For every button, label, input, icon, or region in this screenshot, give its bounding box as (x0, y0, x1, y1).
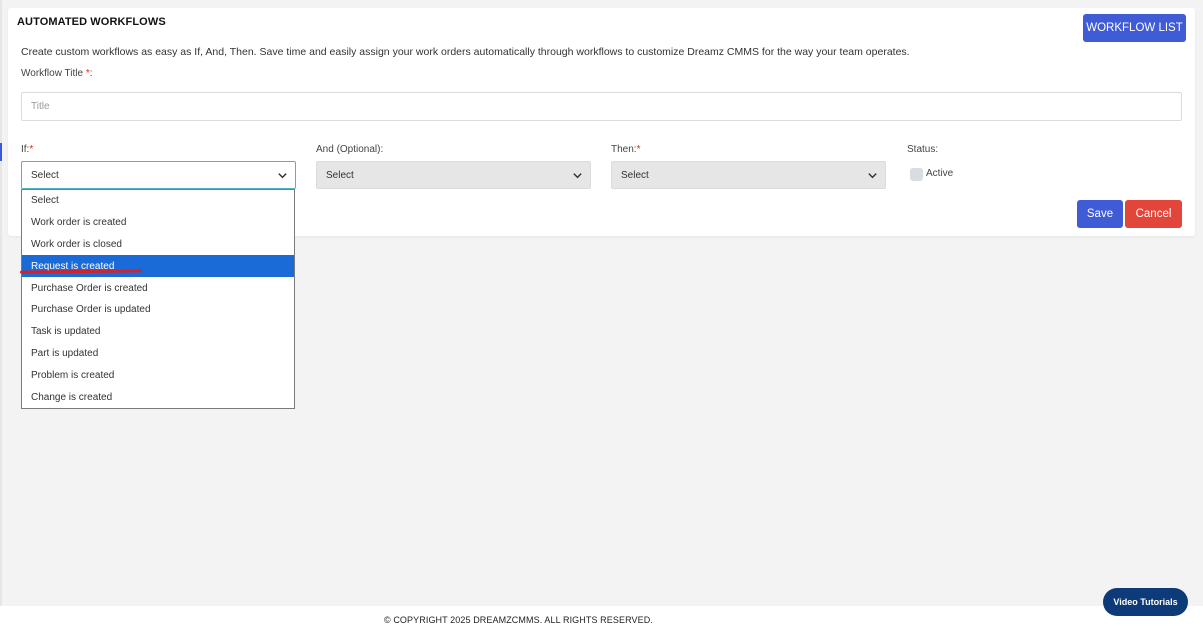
save-button[interactable]: Save (1077, 200, 1123, 228)
required-indicator: * (636, 144, 641, 155)
dropdown-option[interactable]: Select (22, 190, 294, 212)
and-select-value: Select (326, 169, 354, 181)
then-select-value: Select (621, 169, 649, 181)
workflow-title-label: Workflow Title *: (21, 68, 93, 79)
if-select-value: Select (31, 169, 59, 181)
if-select[interactable]: Select (21, 161, 296, 189)
chevron-down-icon (573, 173, 582, 179)
dropdown-option[interactable]: Part is updated (22, 343, 294, 365)
required-indicator: * (85, 68, 90, 79)
left-edge-divider (0, 0, 2, 606)
status-label: Status: (907, 144, 939, 155)
copyright-text: © COPYRIGHT 2025 DREAMZCMMS. ALL RIGHTS … (384, 615, 653, 625)
and-label: And (Optional): (316, 144, 384, 155)
dropdown-option[interactable]: Purchase Order is created (22, 277, 294, 299)
dropdown-option[interactable]: Problem is created (22, 364, 294, 386)
if-label: If:* (21, 144, 34, 155)
dropdown-option[interactable]: Work order is closed (22, 234, 294, 256)
sidebar-active-indicator (0, 143, 2, 161)
and-select[interactable]: Select (316, 161, 591, 189)
then-select[interactable]: Select (611, 161, 886, 189)
page-description: Create custom workflows as easy as If, A… (21, 46, 910, 58)
active-checkbox[interactable] (910, 168, 923, 181)
workflow-list-button[interactable]: WORKFLOW LIST (1083, 14, 1186, 42)
cancel-button[interactable]: Cancel (1125, 200, 1182, 228)
dropdown-option-highlighted[interactable]: Request is created (22, 255, 294, 278)
workflow-title-input[interactable] (21, 92, 1182, 121)
then-label: Then:* (611, 144, 641, 155)
if-dropdown-list: Select Work order is created Work order … (21, 189, 295, 409)
video-tutorials-button[interactable]: Video Tutorials (1103, 588, 1188, 616)
active-label: Active (926, 168, 954, 179)
chevron-down-icon (278, 173, 287, 179)
dropdown-option[interactable]: Task is updated (22, 321, 294, 343)
dropdown-option[interactable]: Purchase Order is updated (22, 299, 294, 321)
dropdown-option[interactable]: Work order is created (22, 212, 294, 234)
page-title: AUTOMATED WORKFLOWS (17, 16, 166, 28)
dropdown-option[interactable]: Change is created (22, 386, 294, 408)
required-indicator: * (29, 144, 34, 155)
chevron-down-icon (868, 173, 877, 179)
